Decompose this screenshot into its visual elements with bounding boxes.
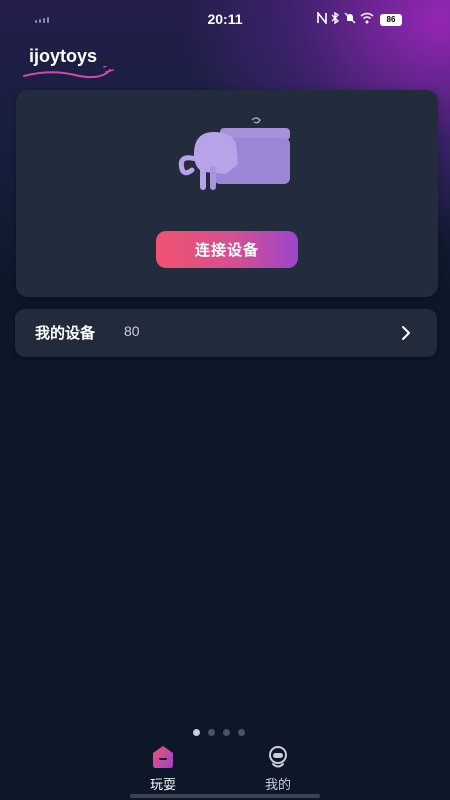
app-logo: ijoytoys <box>29 46 98 66</box>
status-bar: 20:11 86 <box>0 0 450 40</box>
tab-bar: 玩耍 我的 <box>0 740 450 800</box>
tab-play[interactable]: 玩耍 <box>133 744 193 796</box>
page-dot[interactable] <box>223 729 230 736</box>
my-devices-row[interactable]: 我的设备 80 <box>15 309 437 357</box>
my-devices-label: 我的设备 <box>35 324 96 342</box>
home-indicator <box>130 794 320 798</box>
page-dot[interactable] <box>193 729 200 736</box>
tab-mine-label: 我的 <box>264 778 291 793</box>
tab-mine[interactable]: 我的 <box>248 744 308 796</box>
page-indicator <box>193 729 245 736</box>
page-dot[interactable] <box>238 729 245 736</box>
nfc-icon <box>317 12 327 24</box>
mute-icon <box>344 12 356 24</box>
battery-indicator: 86 <box>380 14 402 26</box>
my-devices-count: 80 <box>124 323 140 339</box>
chevron-right-icon <box>402 326 410 340</box>
cat-with-folder-illustration <box>178 117 290 190</box>
wifi-icon <box>360 12 374 24</box>
logo-swoosh-icon <box>23 66 114 79</box>
connect-device-button[interactable]: 连接设备 <box>156 231 298 268</box>
robot-profile-icon <box>269 746 287 768</box>
home-play-icon <box>153 746 173 768</box>
bluetooth-icon <box>331 12 340 24</box>
tab-play-label: 玩耍 <box>149 778 176 793</box>
device-card: 连接设备 <box>16 90 438 297</box>
page-dot[interactable] <box>208 729 215 736</box>
